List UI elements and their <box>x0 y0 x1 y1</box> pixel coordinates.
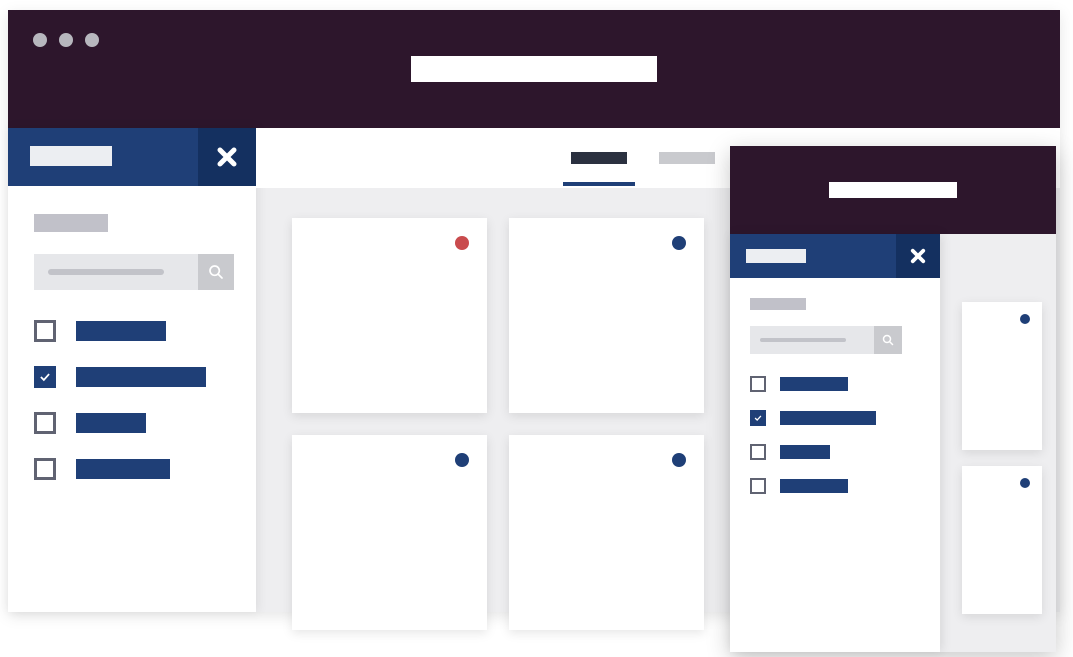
filter-list <box>730 376 940 494</box>
filter-row[interactable] <box>34 458 256 480</box>
content-card[interactable] <box>292 218 487 413</box>
filter-label <box>76 413 146 433</box>
filter-row[interactable] <box>750 478 940 494</box>
check-icon <box>38 370 52 384</box>
filter-checkbox[interactable] <box>750 478 766 494</box>
sidebar <box>730 234 940 652</box>
status-dot-icon <box>455 453 469 467</box>
content-card[interactable] <box>509 218 704 413</box>
titlebar <box>730 146 1056 234</box>
filter-label <box>76 321 166 341</box>
main-content <box>940 234 1056 652</box>
card-grid <box>292 218 704 630</box>
search-input[interactable] <box>750 326 902 354</box>
filter-checkbox[interactable] <box>750 410 766 426</box>
titlebar <box>8 10 1060 128</box>
filter-row[interactable] <box>34 320 256 342</box>
sidebar-title <box>30 146 112 166</box>
filter-row[interactable] <box>34 366 256 388</box>
status-dot-icon <box>672 453 686 467</box>
search-icon <box>882 334 894 346</box>
filter-checkbox[interactable] <box>34 320 56 342</box>
search-placeholder-text <box>48 269 164 275</box>
filter-row[interactable] <box>750 410 940 426</box>
window-controls <box>33 33 99 47</box>
sidebar-title <box>746 249 806 263</box>
filter-row[interactable] <box>750 444 940 460</box>
app-title <box>829 182 957 198</box>
tab[interactable] <box>571 152 627 164</box>
check-icon <box>753 413 763 423</box>
filter-label <box>780 479 848 493</box>
filter-label <box>780 377 848 391</box>
window-body <box>730 234 1056 652</box>
sidebar-header <box>730 234 940 278</box>
filter-checkbox[interactable] <box>34 458 56 480</box>
search-button[interactable] <box>874 326 902 354</box>
window-control-minimize[interactable] <box>59 33 73 47</box>
filter-checkbox[interactable] <box>750 376 766 392</box>
filter-list <box>8 320 256 480</box>
filter-label <box>780 411 876 425</box>
status-dot-icon <box>455 236 469 250</box>
close-icon <box>215 145 239 169</box>
sidebar-close-button[interactable] <box>896 234 940 278</box>
window-control-close[interactable] <box>33 33 47 47</box>
search-icon <box>208 264 224 280</box>
filter-row[interactable] <box>750 376 940 392</box>
app-window-small <box>730 146 1056 652</box>
content-card[interactable] <box>962 302 1042 450</box>
filter-checkbox[interactable] <box>34 412 56 434</box>
filter-checkbox[interactable] <box>34 366 56 388</box>
sidebar-header <box>8 128 256 186</box>
filter-label <box>76 459 170 479</box>
status-dot-icon <box>672 236 686 250</box>
sidebar-section-label <box>750 298 806 310</box>
app-title <box>411 56 657 82</box>
search-button[interactable] <box>198 254 234 290</box>
content-card[interactable] <box>292 435 487 630</box>
filter-row[interactable] <box>34 412 256 434</box>
content-card[interactable] <box>962 466 1042 614</box>
content-card[interactable] <box>509 435 704 630</box>
sidebar-section-label <box>34 214 108 232</box>
filter-checkbox[interactable] <box>750 444 766 460</box>
filter-label <box>76 367 206 387</box>
window-control-maximize[interactable] <box>85 33 99 47</box>
tab[interactable] <box>659 152 715 164</box>
search-placeholder-text <box>760 338 846 342</box>
sidebar <box>8 128 256 612</box>
search-input[interactable] <box>34 254 234 290</box>
close-icon <box>909 247 927 265</box>
filter-label <box>780 445 830 459</box>
sidebar-close-button[interactable] <box>198 128 256 186</box>
status-dot-icon <box>1020 478 1030 488</box>
card-grid <box>962 302 1042 614</box>
status-dot-icon <box>1020 314 1030 324</box>
